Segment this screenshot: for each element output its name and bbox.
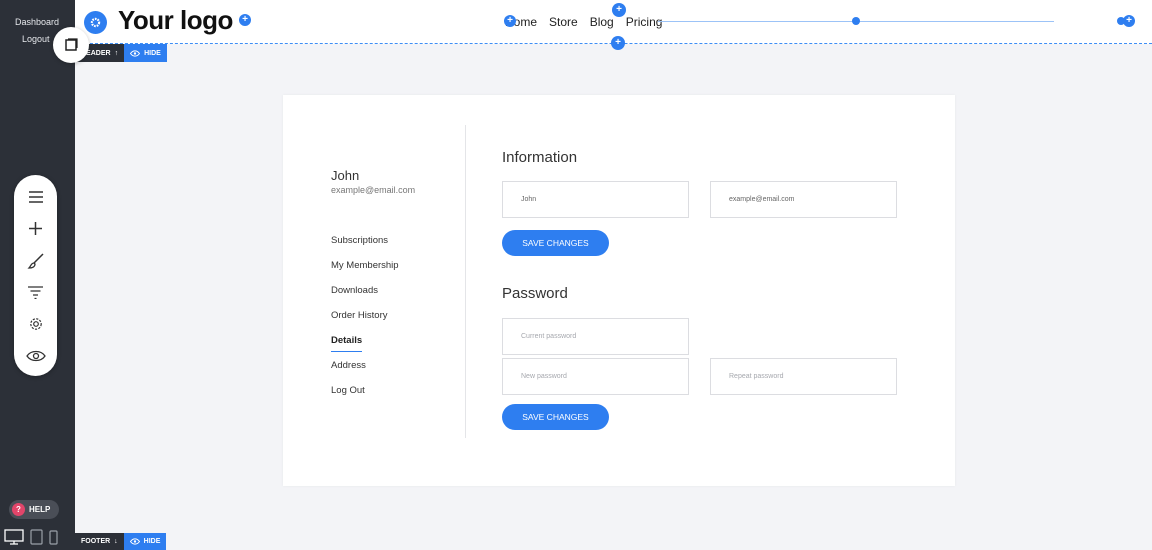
eye-icon [129, 538, 140, 545]
email-field[interactable]: example@email.com [710, 181, 897, 218]
menu-item-details-label: Details [331, 335, 363, 352]
help-button[interactable]: ? HELP [9, 500, 59, 519]
add-element-icon[interactable]: + [612, 3, 626, 17]
menu-item-order-history[interactable]: Order History [331, 310, 399, 335]
header-hide-button[interactable]: HIDE [124, 44, 167, 62]
brush-icon[interactable] [24, 249, 47, 272]
new-password-field[interactable]: New password [502, 358, 689, 395]
plus-icon[interactable] [24, 217, 47, 240]
dashboard-link[interactable]: Dashboard [15, 17, 59, 27]
card-divider [465, 125, 466, 438]
desktop-icon[interactable] [4, 529, 24, 545]
account-card: John example@email.com Subscriptions My … [283, 95, 955, 486]
save-information-button[interactable]: SAVE CHANGES [502, 230, 609, 256]
resize-handle[interactable] [852, 17, 860, 25]
nav-pricing[interactable]: Pricing [626, 15, 663, 29]
nav-blog[interactable]: Blog [590, 15, 614, 29]
footer-tag: FOOTER ↓ HIDE [75, 533, 167, 550]
add-section-icon[interactable]: + [611, 36, 625, 50]
header-settings-button[interactable] [84, 11, 107, 34]
repeat-password-field[interactable]: Repeat password [710, 358, 897, 395]
copy-icon [65, 38, 78, 51]
password-title: Password [502, 285, 568, 302]
menu-item-membership[interactable]: My Membership [331, 260, 399, 285]
help-icon: ? [12, 503, 25, 516]
tablet-icon[interactable] [30, 529, 43, 545]
eye-icon[interactable] [24, 344, 47, 367]
menu-item-logout[interactable]: Log Out [331, 385, 399, 410]
mobile-icon[interactable] [49, 530, 58, 545]
user-name: John [331, 168, 360, 183]
tool-panel [14, 175, 57, 376]
name-field[interactable]: John [502, 181, 689, 218]
gear-icon[interactable] [24, 312, 47, 335]
footer-hide-button[interactable]: HIDE [123, 533, 167, 550]
filter-icon[interactable] [24, 281, 47, 304]
menu-item-address[interactable]: Address [331, 360, 399, 385]
nav-store[interactable]: Store [549, 15, 578, 29]
footer-tag-text: FOOTER [81, 538, 111, 545]
hide-label: HIDE [144, 49, 161, 57]
add-element-icon[interactable]: + [1123, 15, 1135, 27]
information-title: Information [502, 149, 578, 166]
help-label: HELP [29, 505, 51, 514]
menu-icon[interactable] [24, 185, 47, 208]
gear-icon [90, 17, 101, 28]
device-switcher [4, 529, 58, 545]
account-menu: Subscriptions My Membership Downloads Or… [331, 235, 399, 410]
current-password-field[interactable]: Current password [502, 318, 689, 355]
eye-icon [130, 49, 141, 57]
menu-item-details[interactable]: Details [331, 335, 399, 360]
editor-sidebar: Dashboard Logout ? HELP [0, 0, 75, 550]
duplicate-button[interactable] [53, 27, 89, 63]
site-logo[interactable]: Your logo [118, 5, 233, 36]
logout-link[interactable]: Logout [22, 34, 50, 44]
add-element-icon[interactable]: + [239, 14, 251, 26]
save-password-button[interactable]: SAVE CHANGES [502, 404, 609, 430]
menu-item-downloads[interactable]: Downloads [331, 285, 399, 310]
main-nav: Home Store Blog Pricing [505, 15, 662, 29]
hide-label: HIDE [143, 538, 161, 545]
add-element-icon[interactable]: + [504, 15, 516, 27]
footer-label[interactable]: FOOTER ↓ [75, 533, 124, 550]
arrow-down-icon: ↓ [114, 538, 118, 545]
menu-item-subscriptions[interactable]: Subscriptions [331, 235, 399, 260]
arrow-up-icon: ↑ [114, 49, 119, 57]
user-email: example@email.com [331, 185, 416, 195]
